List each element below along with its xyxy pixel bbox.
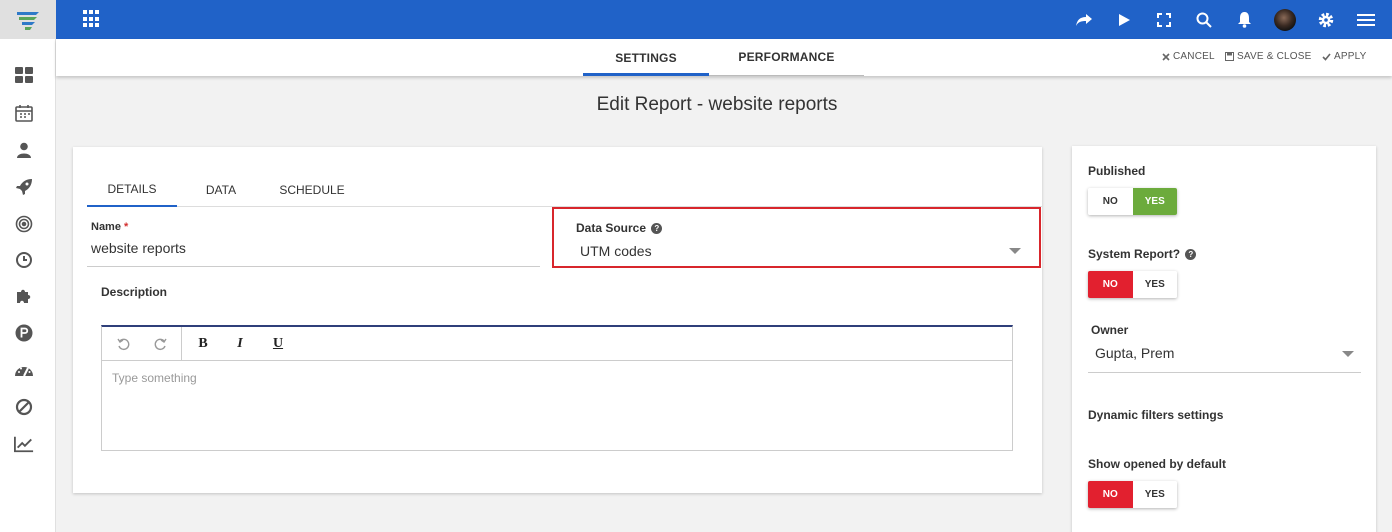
cancel-button[interactable]: CANCEL xyxy=(1162,51,1215,62)
data-source-label: Data Source ? xyxy=(576,221,663,235)
fullscreen-icon[interactable] xyxy=(1154,10,1174,30)
show-opened-yes-option[interactable]: YES xyxy=(1132,481,1177,508)
help-icon[interactable]: ? xyxy=(651,223,663,234)
name-label: Name * xyxy=(91,221,129,233)
target-icon[interactable] xyxy=(14,214,34,234)
tab-schedule[interactable]: SCHEDULE xyxy=(277,172,347,207)
bell-icon[interactable] xyxy=(1234,10,1254,30)
tab-settings[interactable]: SETTINGS xyxy=(583,39,709,76)
underline-button[interactable]: U xyxy=(269,335,287,353)
owner-underline xyxy=(1088,372,1361,373)
p-circle-icon[interactable] xyxy=(14,323,34,343)
gear-icon[interactable] xyxy=(1316,10,1336,30)
tab-details[interactable]: DETAILS xyxy=(87,172,177,207)
chevron-down-icon[interactable] xyxy=(1342,351,1354,357)
bold-button[interactable]: B xyxy=(194,335,212,353)
published-yes-option[interactable]: YES xyxy=(1132,188,1177,215)
tab-performance[interactable]: PERFORMANCE xyxy=(709,39,864,76)
published-toggle[interactable]: NO YES xyxy=(1088,188,1177,215)
published-label: Published xyxy=(1088,164,1146,178)
avatar[interactable] xyxy=(1274,8,1296,31)
search-icon[interactable] xyxy=(1194,10,1214,30)
name-input[interactable]: website reports xyxy=(91,240,186,256)
system-report-toggle[interactable]: NO YES xyxy=(1088,271,1177,298)
required-mark: * xyxy=(124,221,129,233)
close-icon xyxy=(1162,52,1170,61)
data-source-select[interactable]: UTM codes xyxy=(580,243,652,259)
owner-label: Owner xyxy=(1091,323,1129,337)
sub-header: SETTINGS PERFORMANCE CANCEL SAVE & CLOSE… xyxy=(56,39,1392,76)
app-logo[interactable] xyxy=(0,0,56,39)
show-opened-no-option[interactable]: NO xyxy=(1088,481,1133,508)
apps-grid-icon[interactable] xyxy=(83,10,101,28)
chevron-down-icon[interactable] xyxy=(1009,248,1021,254)
sidebar xyxy=(0,39,56,532)
description-editor: B I U Type something xyxy=(101,325,1013,451)
toolbar-divider xyxy=(181,327,182,361)
system-report-label: System Report? ? xyxy=(1088,247,1197,261)
system-report-no-option[interactable]: NO xyxy=(1088,271,1133,298)
apply-label: APPLY xyxy=(1334,51,1367,62)
form-tabs: DETAILS DATA SCHEDULE xyxy=(87,172,1042,207)
undo-icon[interactable] xyxy=(114,335,132,353)
menu-icon[interactable] xyxy=(1356,10,1376,30)
dynamic-filters-label: Dynamic filters settings xyxy=(1088,408,1224,422)
settings-panel: Published NO YES System Report? ? NO YES… xyxy=(1072,146,1376,532)
chart-line-icon[interactable] xyxy=(14,434,34,454)
apply-button[interactable]: APPLY xyxy=(1322,51,1367,62)
save-icon xyxy=(1225,52,1234,61)
clock-icon[interactable] xyxy=(14,250,34,270)
page-title: Edit Report - website reports xyxy=(596,94,838,115)
tab-data[interactable]: DATA xyxy=(191,172,251,207)
calendar-icon[interactable] xyxy=(14,103,34,123)
save-close-label: SAVE & CLOSE xyxy=(1237,51,1312,62)
show-opened-toggle[interactable]: NO YES xyxy=(1088,481,1177,508)
dashboard-icon[interactable] xyxy=(14,65,34,85)
description-label: Description xyxy=(101,285,168,299)
description-input[interactable]: Type something xyxy=(112,371,197,385)
user-icon[interactable] xyxy=(14,140,34,160)
cancel-label: CANCEL xyxy=(1173,51,1215,62)
help-icon[interactable]: ? xyxy=(1185,249,1197,260)
show-opened-label: Show opened by default xyxy=(1088,457,1227,471)
logo-icon xyxy=(17,11,39,30)
italic-button[interactable]: I xyxy=(231,335,249,353)
share-icon[interactable] xyxy=(1074,10,1094,30)
name-underline xyxy=(87,266,540,267)
owner-select[interactable]: Gupta, Prem xyxy=(1095,345,1174,361)
published-no-option[interactable]: NO xyxy=(1088,188,1133,215)
ban-icon[interactable] xyxy=(14,397,34,417)
top-bar xyxy=(0,0,1392,39)
editor-toolbar: B I U xyxy=(102,327,1012,361)
gauge-icon[interactable] xyxy=(14,360,34,380)
rocket-icon[interactable] xyxy=(14,177,34,197)
redo-icon[interactable] xyxy=(151,335,169,353)
save-close-button[interactable]: SAVE & CLOSE xyxy=(1225,51,1311,62)
report-details-card: DETAILS DATA SCHEDULE Name * website rep… xyxy=(73,147,1042,493)
play-icon[interactable] xyxy=(1114,10,1134,30)
system-report-yes-option[interactable]: YES xyxy=(1132,271,1177,298)
check-icon xyxy=(1322,52,1331,61)
puzzle-icon[interactable] xyxy=(14,286,34,306)
